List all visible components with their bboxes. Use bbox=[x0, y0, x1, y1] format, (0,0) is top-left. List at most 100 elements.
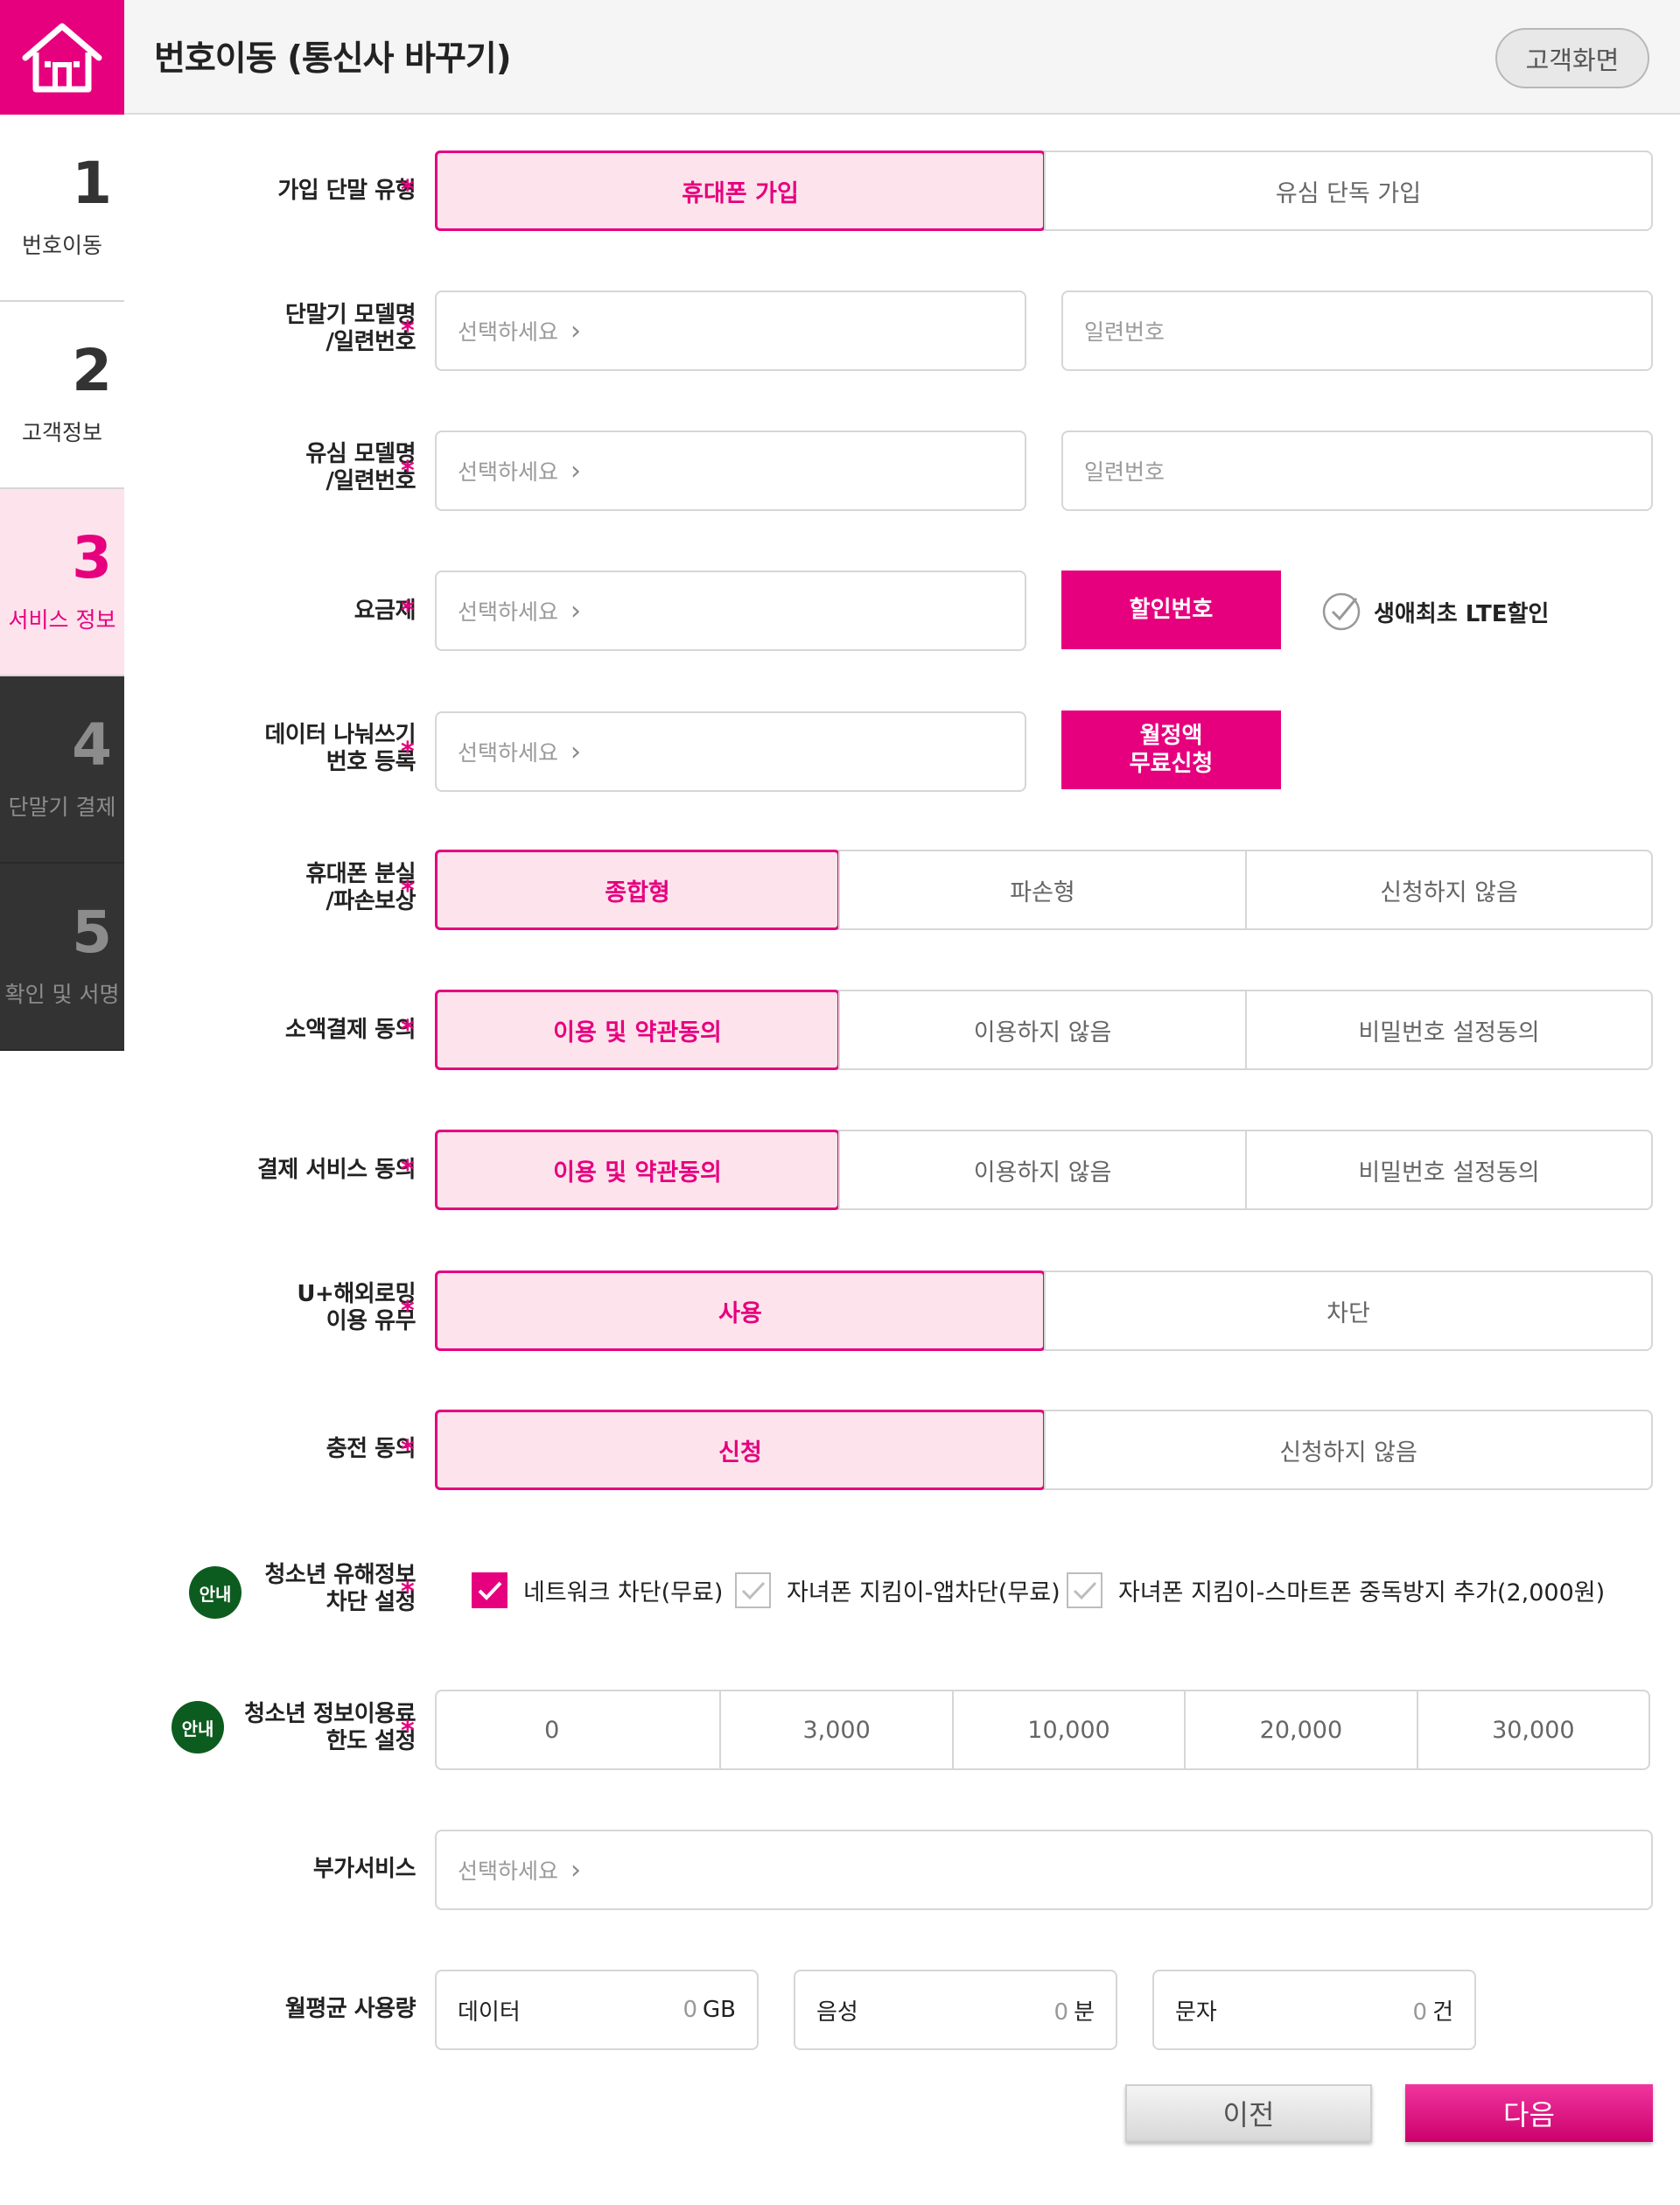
usage-value: 0 bbox=[1054, 1998, 1069, 2026]
app-block-checkbox[interactable]: 자녀폰 지킴이-앱차단(무료) bbox=[735, 1572, 1060, 1608]
roaming-option-use[interactable]: 사용 bbox=[435, 1270, 1046, 1351]
youth-limit-label-line1: 청소년 정보이용료 bbox=[244, 1701, 416, 1727]
usage-voice-input[interactable]: 음성 0분 bbox=[794, 1970, 1117, 2050]
app-block-label: 자녀폰 지킴이-앱차단(무료) bbox=[787, 1579, 1060, 1606]
required-mark: * bbox=[401, 456, 415, 486]
join-type-toggle: 휴대폰 가입 유심 단독 가입 bbox=[435, 150, 1653, 231]
first-lte-discount-check[interactable]: 생애최초 LTE할인 bbox=[1321, 592, 1549, 632]
micropayment-toggle: 이용 및 약관동의 이용하지 않음 비밀번호 설정동의 bbox=[435, 990, 1653, 1070]
charging-option-none[interactable]: 신청하지 않음 bbox=[1044, 1411, 1651, 1488]
check-icon bbox=[741, 1581, 765, 1600]
step-1[interactable]: 1 번호이동 bbox=[0, 115, 124, 302]
youth-limit-option[interactable]: 10,000 bbox=[951, 1691, 1184, 1768]
data-share-label-line2: 번호 등록 bbox=[326, 749, 416, 775]
guide-badge[interactable]: 안내 bbox=[172, 1701, 224, 1754]
required-mark: * bbox=[401, 1716, 415, 1746]
loss-damage-option-comprehensive[interactable]: 종합형 bbox=[435, 850, 840, 930]
step-5: 5 확인 및 서명 bbox=[0, 864, 124, 1051]
usage-name: 데이터 bbox=[458, 1998, 521, 2026]
usage-unit: 분 bbox=[1074, 1998, 1095, 2026]
required-mark: * bbox=[401, 1296, 415, 1326]
charging-option-apply[interactable]: 신청 bbox=[435, 1410, 1046, 1490]
usim-serial-input[interactable]: 일련번호 bbox=[1061, 430, 1653, 511]
payment-service-toggle: 이용 및 약관동의 이용하지 않음 비밀번호 설정동의 bbox=[435, 1130, 1653, 1210]
chevron-right-icon: › bbox=[570, 736, 582, 767]
step-3[interactable]: 3 서비스 정보 bbox=[0, 489, 124, 676]
usage-data-input[interactable]: 데이터 0 GB bbox=[435, 1970, 759, 2050]
step-2[interactable]: 2 고객정보 bbox=[0, 302, 124, 489]
loss-damage-toggle: 종합형 파손형 신청하지 않음 bbox=[435, 850, 1653, 930]
youth-limit-option[interactable]: 3,000 bbox=[719, 1691, 951, 1768]
device-model-label-line2: /일련번호 bbox=[326, 329, 416, 355]
youth-limit-option[interactable]: 20,000 bbox=[1184, 1691, 1416, 1768]
addon-label: 부가서비스 bbox=[312, 1856, 416, 1882]
usim-model-select[interactable]: 선택하세요 › bbox=[435, 430, 1026, 511]
monthly-usage-label: 월평균 사용량 bbox=[284, 1996, 416, 2022]
step-label: 확인 및 서명 bbox=[4, 982, 120, 1007]
usage-value: 0 bbox=[682, 1997, 698, 2023]
usim-model-label: 유심 모델명 /일련번호 bbox=[305, 441, 416, 495]
youth-harmful-label-line2: 차단 설정 bbox=[326, 1589, 416, 1615]
loss-damage-option-damage[interactable]: 파손형 bbox=[838, 851, 1245, 928]
required-mark: * bbox=[401, 175, 415, 206]
device-model-label: 단말기 모델명 /일련번호 bbox=[285, 302, 416, 356]
usage-value: 0 bbox=[1412, 1998, 1428, 2026]
checkbox-unchecked bbox=[1067, 1572, 1102, 1608]
customer-screen-button[interactable]: 고객화면 bbox=[1495, 28, 1649, 88]
page-title: 번호이동 (통신사 바꾸기) bbox=[154, 39, 512, 79]
guide-badge[interactable]: 안내 bbox=[189, 1566, 242, 1619]
usage-unit: 건 bbox=[1432, 1998, 1453, 2026]
home-button[interactable] bbox=[0, 0, 124, 115]
youth-limit-option[interactable]: 30,000 bbox=[1416, 1691, 1648, 1768]
roaming-toggle: 사용 차단 bbox=[435, 1270, 1653, 1351]
required-mark: * bbox=[401, 1577, 415, 1607]
micropayment-option-password[interactable]: 비밀번호 설정동의 bbox=[1245, 991, 1651, 1068]
chevron-right-icon: › bbox=[570, 315, 582, 346]
join-type-option-phone[interactable]: 휴대폰 가입 bbox=[435, 150, 1046, 231]
header: 번호이동 (통신사 바꾸기) 고객화면 bbox=[0, 0, 1680, 115]
loss-damage-option-none[interactable]: 신청하지 않음 bbox=[1245, 851, 1651, 928]
plan-select[interactable]: 선택하세요 › bbox=[435, 570, 1026, 651]
monthly-free-apply-button[interactable]: 월정액 무료신청 bbox=[1061, 710, 1281, 789]
roaming-label-line1: U+해외로밍 bbox=[297, 1281, 416, 1307]
data-share-label-line1: 데이터 나눠쓰기 bbox=[264, 722, 416, 748]
step-number: 5 bbox=[72, 899, 112, 966]
first-lte-discount-label: 생애최초 LTE할인 bbox=[1374, 600, 1550, 627]
chevron-right-icon: › bbox=[570, 455, 582, 486]
addiction-prevention-checkbox[interactable]: 자녀폰 지킴이-스마트폰 중독방지 추가(2,000원) bbox=[1067, 1572, 1605, 1608]
payment-service-label: 결제 서비스 동의 bbox=[256, 1157, 416, 1183]
data-share-label: 데이터 나눠쓰기 번호 등록 bbox=[265, 722, 416, 776]
payment-service-option-decline[interactable]: 이용하지 않음 bbox=[838, 1131, 1245, 1208]
join-type-option-usim[interactable]: 유심 단독 가입 bbox=[1044, 152, 1651, 229]
step-label: 고객정보 bbox=[21, 420, 102, 445]
step-4: 4 단말기 결제 bbox=[0, 676, 124, 864]
select-placeholder: 선택하세요 bbox=[458, 1858, 559, 1884]
usage-sms-input[interactable]: 문자 0건 bbox=[1152, 1970, 1476, 2050]
youth-limit-option[interactable]: 0 bbox=[437, 1691, 719, 1768]
usim-model-label-line1: 유심 모델명 bbox=[305, 441, 416, 467]
payment-service-option-agree[interactable]: 이용 및 약관동의 bbox=[435, 1130, 840, 1210]
network-block-checkbox[interactable]: 네트워크 차단(무료) bbox=[472, 1572, 723, 1608]
device-serial-input[interactable]: 일련번호 bbox=[1061, 290, 1653, 371]
loss-damage-label-line1: 휴대폰 분실 bbox=[305, 861, 416, 887]
monthly-free-apply-line2: 무료신청 bbox=[1129, 751, 1214, 777]
discount-number-button[interactable]: 할인번호 bbox=[1061, 570, 1281, 649]
check-icon bbox=[478, 1581, 501, 1600]
data-share-select[interactable]: 선택하세요 › bbox=[435, 711, 1026, 792]
micropayment-option-agree[interactable]: 이용 및 약관동의 bbox=[435, 990, 840, 1070]
roaming-option-block[interactable]: 차단 bbox=[1044, 1272, 1651, 1349]
loss-damage-label-line2: /파손보상 bbox=[326, 888, 416, 914]
micropayment-option-decline[interactable]: 이용하지 않음 bbox=[838, 991, 1245, 1068]
prev-button[interactable]: 이전 bbox=[1125, 2084, 1372, 2142]
next-button[interactable]: 다음 bbox=[1405, 2084, 1653, 2142]
addon-select[interactable]: 선택하세요 › bbox=[435, 1830, 1653, 1910]
payment-service-option-password[interactable]: 비밀번호 설정동의 bbox=[1245, 1131, 1651, 1208]
device-model-select[interactable]: 선택하세요 › bbox=[435, 290, 1026, 371]
youth-harmful-label-line1: 청소년 유해정보 bbox=[264, 1562, 416, 1588]
checkbox-unchecked bbox=[735, 1572, 771, 1608]
step-label: 서비스 정보 bbox=[8, 607, 116, 633]
youth-limit-label: 청소년 정보이용료 한도 설정 bbox=[244, 1701, 416, 1755]
step-label: 번호이동 bbox=[21, 233, 102, 258]
required-mark: * bbox=[401, 1435, 415, 1466]
device-model-label-line1: 단말기 모델명 bbox=[284, 302, 416, 328]
